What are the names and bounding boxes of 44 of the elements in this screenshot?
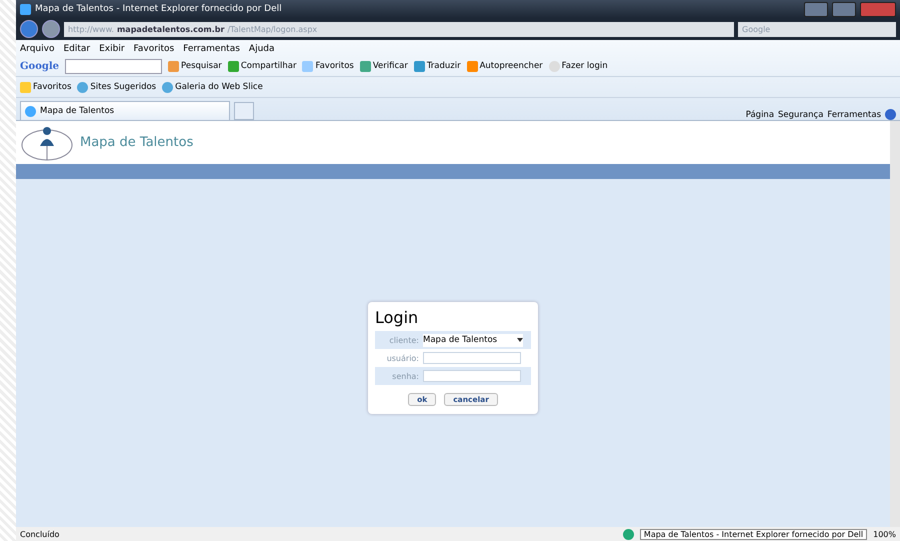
menu-item[interactable]: Exibir [99,44,125,54]
command-menu[interactable]: Ferramentas [827,110,881,120]
toolbar-button[interactable]: Compartilhar [228,60,296,72]
favorites-link[interactable]: Sites Sugeridos [77,82,156,92]
toolbar-logo: Google [20,60,60,72]
toolbar-button[interactable]: Traduzir [414,60,461,72]
help-icon[interactable] [885,109,896,120]
favorites-button[interactable]: Favoritos [20,82,72,92]
menu-item[interactable]: Arquivo [20,44,54,54]
maximize-button[interactable] [832,2,856,16]
favorites-link[interactable]: Galeria do Web Slice [162,82,263,92]
field-label: senha: [391,372,419,380]
input-field[interactable] [423,370,521,382]
field-label: cliente: [388,336,419,344]
toolbar-button[interactable]: Autopreencher [466,60,543,72]
status-text: Concluído [20,530,60,538]
field-label: usuário: [386,354,419,362]
menu-item[interactable]: Favoritos [134,44,174,54]
client-dropdown[interactable]: Mapa de Talentos [423,334,523,346]
address-field[interactable]: http://www. mapadetalentos.com.br /TalentMap/logon.aspx [64,22,734,36]
window-title: Mapa de Talentos - Internet Explorer fornecido por Dell [35,4,283,14]
forward-button[interactable] [42,20,60,38]
brand-name: Mapa de Talentos [80,135,194,150]
close-button[interactable] [860,2,896,16]
command-menu[interactable]: Segurança [778,110,824,120]
browser-icon [20,4,31,14]
input-field[interactable] [423,352,521,364]
command-menu[interactable]: Página [746,110,774,120]
menu-item[interactable]: Editar [63,44,90,54]
menu-item[interactable]: Ferramentas [183,44,240,54]
back-button[interactable] [20,20,38,38]
toolbar-button[interactable]: Verificar [360,60,408,72]
menu-item[interactable]: Ajuda [248,44,274,54]
toolbar-button[interactable]: Fazer login [548,60,608,72]
minimize-button[interactable] [804,2,828,16]
globe-icon [622,528,634,540]
login-title: Login [375,308,420,327]
tooltip: Mapa de Talentos - Internet Explorer fornecido por Dell [640,528,868,540]
caret-icon [517,338,523,342]
browser-tab[interactable]: Mapa de Talentos [20,101,230,120]
toolbar-search-field[interactable] [65,58,162,74]
toolbar-button[interactable]: Pesquisar [168,60,222,72]
zoom-level[interactable]: 100% [873,530,896,538]
toolbar-button[interactable]: Favoritos [302,60,354,72]
